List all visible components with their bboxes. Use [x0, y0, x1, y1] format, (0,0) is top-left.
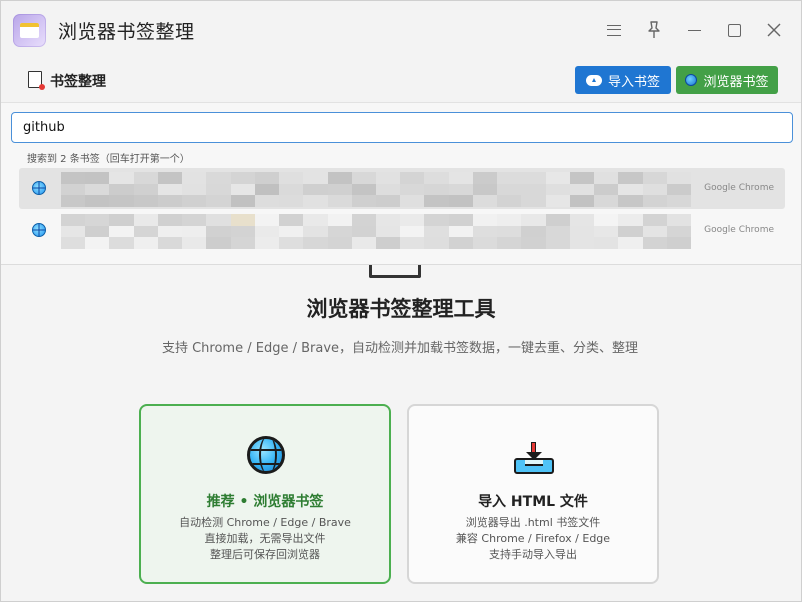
hamburger-icon [607, 24, 621, 36]
search-panel: 搜索到 2 条书签（回车打开第一个） Google Chrome Google … [1, 103, 801, 265]
welcome-description: 支持 Chrome / Edge / Brave，自动检测并加载书签数据，一键去… [161, 341, 639, 356]
search-result-item[interactable]: Google Chrome [19, 210, 785, 251]
result-source: Google Chrome [704, 225, 774, 235]
search-input[interactable] [11, 112, 793, 143]
browser-bookmarks-card[interactable]: 推荐 • 浏览器书签 自动检测 Chrome / Edge / Brave 直接… [139, 404, 391, 584]
title-bar: 浏览器书签整理 [1, 1, 801, 59]
import-bookmarks-label: 导入书签 [607, 74, 660, 90]
close-icon [767, 23, 781, 37]
globe-icon [32, 181, 46, 195]
welcome-title: 浏览器书签整理工具 [306, 297, 496, 321]
document-icon [369, 265, 421, 278]
card-line: 兼容 Chrome / Firefox / Edge [455, 532, 611, 545]
import-tray-icon [513, 442, 555, 476]
card-description: 自动检测 Chrome / Edge / Brave 直接加载，无需导出文件 整… [141, 515, 389, 563]
card-line: 浏览器导出 .html 书签文件 [465, 516, 601, 529]
import-html-card[interactable]: 导入 HTML 文件 浏览器导出 .html 书签文件 兼容 Chrome / … [407, 404, 659, 584]
maximize-button[interactable] [723, 19, 745, 41]
maximize-icon [727, 23, 741, 37]
app-logo-icon [13, 14, 46, 47]
search-result-item[interactable]: Google Chrome [19, 168, 785, 209]
search-result-count: 搜索到 2 条书签（回车打开第一个） [27, 154, 190, 165]
toolbar: 书签整理 导入书签 浏览器书签 [1, 59, 801, 103]
result-source: Google Chrome [704, 183, 774, 193]
close-button[interactable] [763, 19, 785, 41]
globe-icon [32, 223, 46, 237]
welcome-panel: 浏览器书签整理工具 支持 Chrome / Edge / Brave，自动检测并… [1, 265, 801, 601]
globe-icon [685, 74, 698, 86]
cloud-upload-icon [585, 74, 602, 86]
card-line: 直接加载，无需导出文件 [204, 532, 326, 545]
document-icon [28, 71, 45, 90]
browser-bookmarks-button[interactable]: 浏览器书签 [676, 66, 778, 94]
pin-icon [648, 21, 660, 38]
card-title: 推荐 • 浏览器书签 [206, 494, 324, 510]
card-line: 自动检测 Chrome / Edge / Brave [179, 516, 351, 529]
browser-bookmarks-label: 浏览器书签 [703, 74, 769, 90]
result-title-redacted [61, 214, 691, 249]
globe-icon [247, 436, 285, 474]
minimize-icon [687, 29, 701, 31]
toolbar-title: 书签整理 [50, 74, 106, 90]
result-title-redacted [61, 172, 691, 207]
import-bookmarks-button[interactable]: 导入书签 [575, 66, 671, 94]
minimize-button[interactable] [683, 19, 705, 41]
menu-button[interactable] [603, 19, 625, 41]
pin-button[interactable] [643, 19, 665, 41]
card-description: 浏览器导出 .html 书签文件 兼容 Chrome / Firefox / E… [409, 515, 657, 563]
card-title: 导入 HTML 文件 [478, 494, 588, 510]
card-line: 整理后可保存回浏览器 [210, 548, 320, 561]
window-title: 浏览器书签整理 [58, 21, 195, 43]
card-line: 支持手动导入导出 [489, 548, 577, 561]
